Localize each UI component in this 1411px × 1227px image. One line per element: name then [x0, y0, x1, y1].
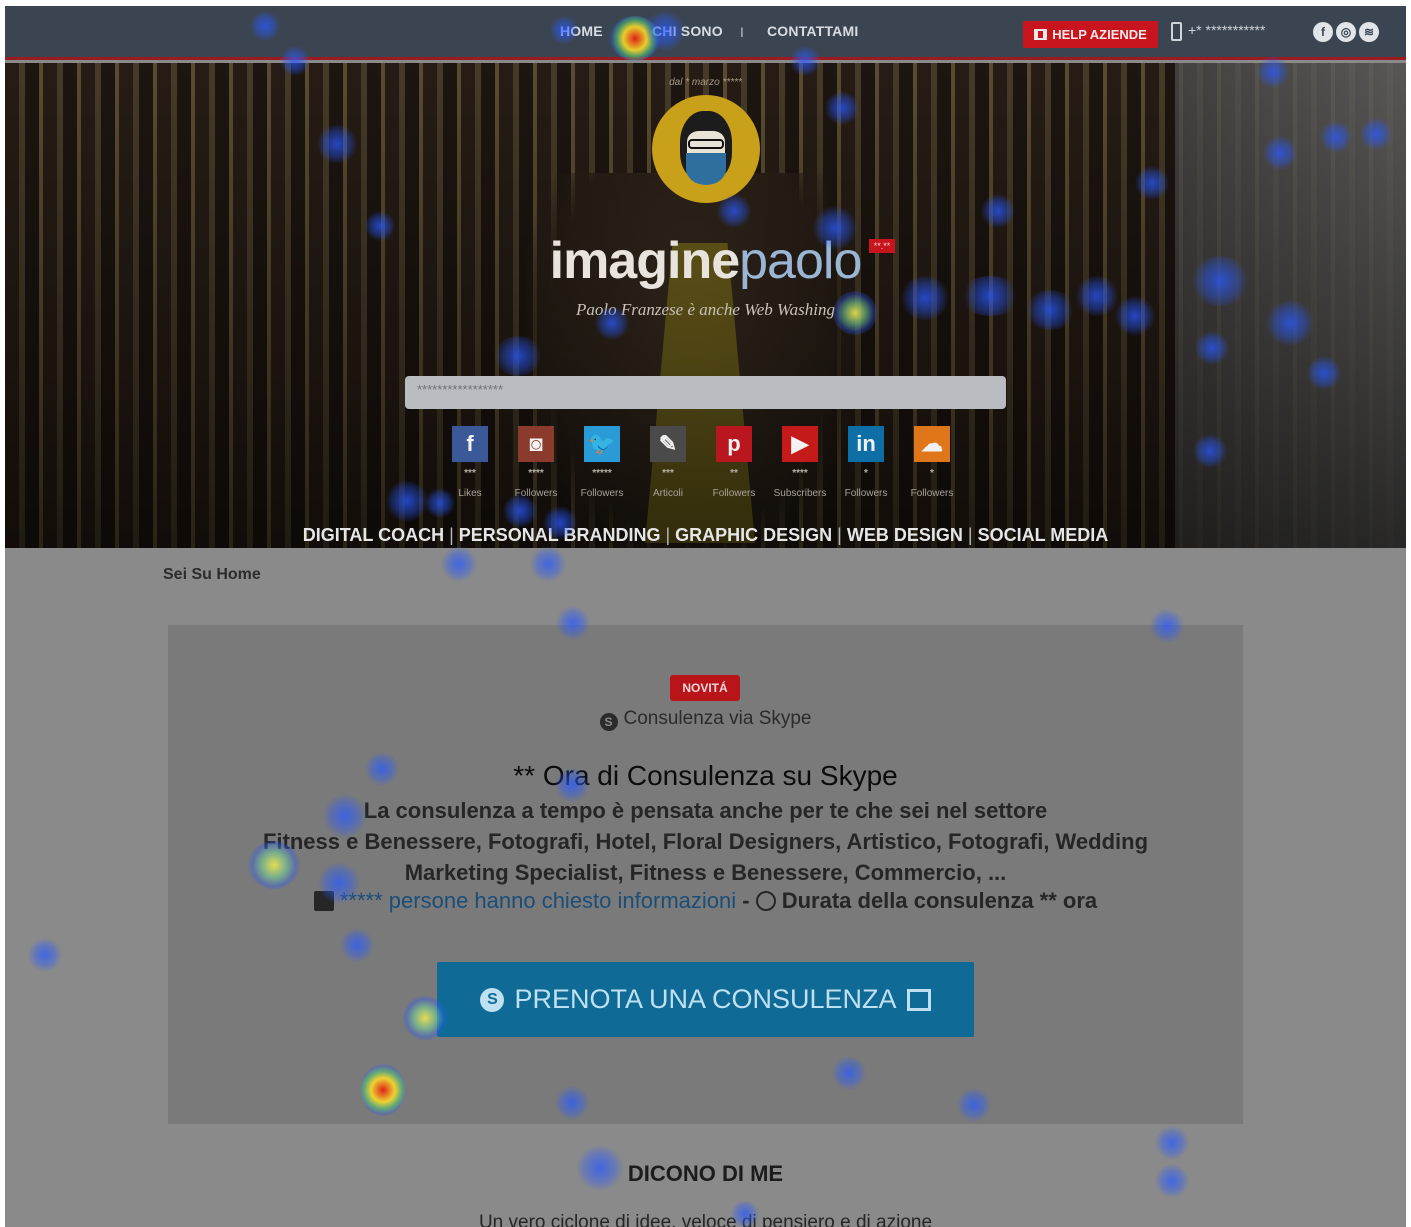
social-label: Likes: [458, 488, 482, 499]
nav-separator: I: [740, 24, 744, 40]
book-consultation-label: PRENOTA UNA CONSULENZA: [514, 984, 897, 1014]
book-consultation-button[interactable]: S PRENOTA UNA CONSULENZA: [437, 962, 974, 1037]
hero-banner: dal * marzo ***** imaginepaolo **.** Pao…: [5, 63, 1406, 548]
heatmap-spot: [1155, 1126, 1189, 1160]
linkedin-icon[interactable]: in: [848, 426, 884, 462]
social-count: ***: [464, 468, 476, 479]
calendar-icon: [313, 891, 334, 911]
nav-contattami[interactable]: CONTATTAMI: [767, 23, 858, 39]
info-dash: -: [742, 888, 750, 913]
brand-part-1: imagine: [549, 232, 740, 290]
nav-home[interactable]: HOME: [560, 23, 603, 39]
breadcrumb: Sei Su Home: [163, 566, 261, 583]
description-line-1: La consulenza a tempo è pensata anche pe…: [363, 798, 1048, 823]
social-label: Followers: [514, 488, 558, 499]
social-count: *****: [592, 468, 612, 479]
phone-number[interactable]: +* ***********: [1188, 22, 1265, 38]
heatmap-spot: [530, 546, 566, 582]
hero-date: dal * marzo *****: [669, 77, 742, 88]
avatar[interactable]: [652, 95, 760, 203]
social-label: Subscribers: [773, 488, 827, 499]
instagram-icon[interactable]: ◙: [518, 426, 554, 462]
service-separator: |: [837, 525, 842, 545]
service-personal-branding[interactable]: PERSONAL BRANDING: [459, 525, 661, 545]
facebook-icon[interactable]: f: [452, 426, 488, 462]
help-aziende-label: HELP AZIENDE: [1052, 27, 1147, 42]
info-count: *****: [339, 888, 383, 913]
social-label: Followers: [712, 488, 756, 499]
avatar-beard: [686, 153, 726, 185]
social-count: *: [930, 468, 934, 479]
hero-tagline: Paolo Franzese è anche Web Washing: [576, 300, 835, 319]
nav-chi-sono[interactable]: CHI SONO: [652, 23, 723, 39]
service-social-media[interactable]: SOCIAL MEDIA: [978, 525, 1109, 545]
heatmap-spot: [28, 938, 62, 972]
description-line-2: Fitness e Benessere, Fotografi, Hotel, F…: [262, 829, 1149, 854]
testimonial-quote: Un vero ciclone di idee, veloce di pensi…: [478, 1212, 933, 1227]
skype-icon: S: [599, 713, 618, 731]
avatar-glasses: [688, 139, 724, 149]
services-menu: DIGITAL COACH | PERSONAL BRANDING | GRAPHIC …: [5, 525, 1406, 546]
briefcase-icon: [1034, 29, 1048, 40]
help-aziende-button[interactable]: HELP AZIENDE: [1023, 21, 1158, 48]
search-input[interactable]: *****************: [405, 376, 1006, 409]
testimonials-title: DICONO DI ME: [627, 1161, 784, 1186]
description-line-3: Marketing Specialist, Fitness e Benesser…: [404, 860, 1007, 885]
facebook-icon[interactable]: f: [1313, 22, 1333, 42]
service-graphic-design[interactable]: GRAPHIC DESIGN: [675, 525, 832, 545]
info-link[interactable]: persone hanno chiesto informazioni: [389, 888, 736, 913]
social-label: Followers: [910, 488, 954, 499]
brand-badge: **.**: [869, 239, 895, 253]
social-count: ***: [662, 468, 674, 479]
spotify-icon[interactable]: ≋: [1359, 22, 1379, 42]
page-frame: HOME CHI SONO I CONTATTAMI HELP AZIENDE …: [5, 6, 1406, 1227]
social-count: ****: [792, 468, 808, 479]
social-count: *: [864, 468, 868, 479]
pinterest-icon[interactable]: p: [716, 426, 752, 462]
service-separator: |: [967, 525, 973, 545]
service-separator: |: [665, 525, 671, 545]
heatmap-spot: [441, 546, 477, 582]
social-label: Articoli: [652, 488, 683, 499]
brand-part-2: paolo: [739, 232, 862, 290]
duration-text: Durata della consulenza ** ora: [781, 888, 1098, 913]
status-badge: NOVITÁ: [670, 675, 740, 701]
page-title: ** Ora di Consulenza su Skype: [513, 760, 898, 791]
mobile-phone-icon: [1171, 22, 1182, 41]
skype-subtitle: S Consulenza via Skype: [5, 708, 1406, 731]
twitter-icon[interactable]: 🐦: [584, 426, 620, 462]
instagram-icon[interactable]: ◎: [1336, 22, 1356, 42]
youtube-icon[interactable]: ▶: [782, 426, 818, 462]
pencil-icon[interactable]: ✎: [650, 426, 686, 462]
social-label: Followers: [844, 488, 888, 499]
social-count: ****: [528, 468, 544, 479]
service-separator: |: [449, 525, 454, 545]
soundcloud-icon[interactable]: ☁: [914, 426, 950, 462]
external-link-icon: [906, 988, 931, 1011]
service-web-design[interactable]: WEB DESIGN: [847, 525, 963, 545]
service-digital-coach[interactable]: DIGITAL COACH: [303, 525, 444, 545]
skype-icon: S: [480, 987, 505, 1012]
skype-subtitle-text: Consulenza via Skype: [623, 708, 812, 729]
info-line: ***** persone hanno chiesto informazioni…: [5, 888, 1406, 914]
clock-icon: [755, 891, 776, 911]
brand-logo[interactable]: imaginepaolo: [5, 231, 1406, 291]
social-count: **: [730, 468, 738, 479]
social-label: Followers: [580, 488, 624, 499]
top-navbar: HOME CHI SONO I CONTATTAMI HELP AZIENDE …: [5, 6, 1406, 60]
